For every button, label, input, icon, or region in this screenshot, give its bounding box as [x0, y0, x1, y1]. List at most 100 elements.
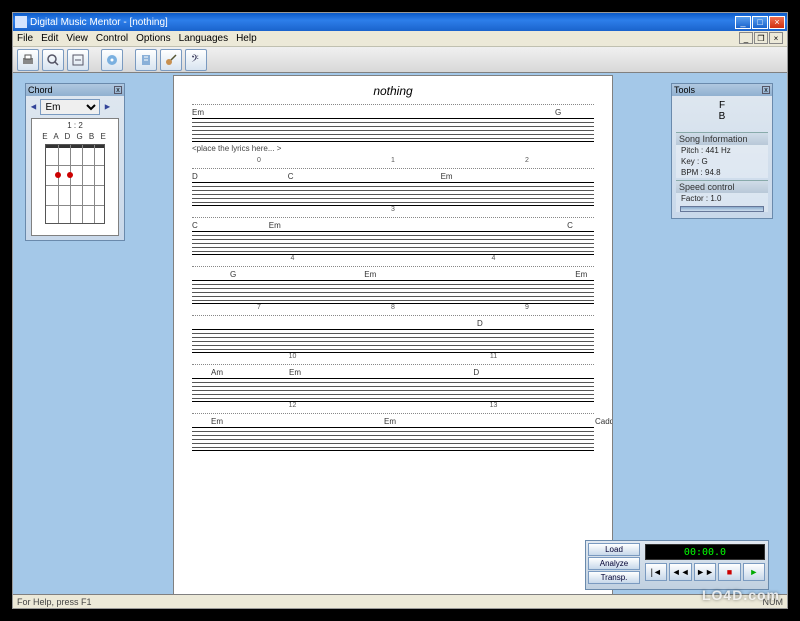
- chord-panel-close[interactable]: x: [114, 86, 122, 94]
- clef-icon[interactable]: 𝄢: [185, 49, 207, 71]
- bar-number: 10: [192, 353, 393, 360]
- song-pitch: Pitch : 441 Hz: [676, 145, 768, 156]
- titlebar: Digital Music Mentor - [nothing] _ □ ×: [13, 13, 787, 31]
- preview-icon[interactable]: [42, 49, 64, 71]
- mdi-restore[interactable]: ❐: [754, 32, 768, 44]
- chord-panel-title: Chord: [28, 85, 53, 95]
- chord-label: G: [555, 108, 561, 118]
- zoom-icon[interactable]: [67, 49, 89, 71]
- menu-help[interactable]: Help: [236, 33, 257, 44]
- speed-factor: Factor : 1.0: [676, 193, 768, 204]
- menu-options[interactable]: Options: [136, 33, 170, 44]
- bar-number: 7: [192, 304, 326, 311]
- back-button[interactable]: ◄◄: [669, 563, 691, 581]
- chord-select[interactable]: Em: [40, 99, 100, 115]
- menu-file[interactable]: File: [17, 33, 33, 44]
- menu-view[interactable]: View: [66, 33, 88, 44]
- chord-label: Em: [211, 417, 223, 427]
- chord-diagram: [45, 144, 105, 224]
- staff-row: AmEmDCG41213: [192, 364, 594, 409]
- bar-number: 12: [192, 402, 393, 409]
- chord-label: C: [288, 172, 294, 182]
- bar-number: 8: [326, 304, 460, 311]
- bar-number: 4: [192, 255, 393, 262]
- chord-label: Am: [211, 368, 223, 378]
- tab-staff: [192, 329, 594, 353]
- close-button[interactable]: ×: [769, 16, 785, 29]
- chord-label: C: [192, 221, 198, 231]
- chord-label: Cadd9: [595, 417, 613, 427]
- tab-staff: [192, 182, 594, 206]
- bar-number: 1: [326, 157, 460, 164]
- note-icon[interactable]: [135, 49, 157, 71]
- disc-icon[interactable]: [101, 49, 123, 71]
- print-icon[interactable]: [17, 49, 39, 71]
- menu-edit[interactable]: Edit: [41, 33, 58, 44]
- forward-button[interactable]: ►►: [694, 563, 716, 581]
- window-title: Digital Music Mentor - [nothing]: [30, 17, 735, 28]
- chord-prev[interactable]: ◄: [29, 102, 38, 112]
- menu-languages[interactable]: Languages: [179, 33, 229, 44]
- chord-label: Em: [269, 221, 281, 231]
- svg-text:𝄢: 𝄢: [191, 53, 199, 67]
- tab-staff: [192, 118, 594, 142]
- stop-button[interactable]: ■: [718, 563, 740, 581]
- transpose-button[interactable]: Transp.: [588, 571, 640, 584]
- chord-label: Em: [192, 108, 204, 118]
- chord-label: Em: [384, 417, 396, 427]
- tab-staff: [192, 231, 594, 255]
- song-info-header: Song Information: [676, 133, 768, 145]
- chord-label: G: [230, 270, 236, 280]
- staff-row: Em G <place the lyrics here... > 012: [192, 104, 594, 164]
- bar-number: 2: [460, 157, 594, 164]
- staff-row: DEm1011: [192, 315, 594, 360]
- menu-control[interactable]: Control: [96, 33, 128, 44]
- sheet[interactable]: nothing EmG<place the lyrics here... >01…: [173, 75, 613, 594]
- tools-panel-close[interactable]: x: [762, 86, 770, 94]
- chord-strings: E A D G B E: [32, 132, 118, 141]
- play-button[interactable]: ►: [743, 563, 765, 581]
- bar-number: 3: [192, 206, 594, 213]
- bar-number: 13: [393, 402, 594, 409]
- maximize-button[interactable]: □: [752, 16, 768, 29]
- song-bpm: BPM : 94.8: [676, 167, 768, 178]
- speed-slider[interactable]: [680, 206, 764, 212]
- toolbar: 𝄢: [13, 47, 787, 73]
- watermark: LO4D.com: [702, 587, 780, 603]
- mdi-minimize[interactable]: _: [739, 32, 753, 44]
- staff-row: CEmCC44: [192, 217, 594, 262]
- chord-label: Em: [289, 368, 301, 378]
- player-panel: Load Analyze Transp. 00:00.0 |◄ ◄◄ ►► ■ …: [585, 540, 769, 590]
- statusbar: For Help, press F1 NUM: [13, 594, 787, 608]
- load-button[interactable]: Load: [588, 543, 640, 556]
- minimize-button[interactable]: _: [735, 16, 751, 29]
- bar-number: 0: [192, 157, 326, 164]
- song-key: Key : G: [676, 156, 768, 167]
- chord-panel: Chord x ◄ Em ► 1 : 2 E A D G B E: [25, 83, 125, 241]
- bar-number: 4: [393, 255, 594, 262]
- guitar-icon[interactable]: [160, 49, 182, 71]
- mdi-close[interactable]: ×: [769, 32, 783, 44]
- tools-btn-f[interactable]: F: [676, 100, 768, 111]
- status-help: For Help, press F1: [17, 597, 92, 607]
- chord-caption: 1 : 2: [32, 121, 118, 130]
- speed-header: Speed control: [676, 181, 768, 193]
- tools-btn-b[interactable]: B: [676, 111, 768, 122]
- chord-label: C: [567, 221, 573, 231]
- lyrics-placeholder[interactable]: <place the lyrics here... >: [192, 144, 594, 153]
- chord-next[interactable]: ►: [103, 102, 112, 112]
- workspace: Chord x ◄ Em ► 1 : 2 E A D G B E: [13, 73, 787, 594]
- tab-staff: [192, 427, 594, 451]
- menubar: File Edit View Control Options Languages…: [13, 31, 787, 47]
- analyze-button[interactable]: Analyze: [588, 557, 640, 570]
- song-title: nothing: [192, 84, 594, 98]
- chord-label: D: [473, 368, 479, 378]
- rewind-button[interactable]: |◄: [645, 563, 667, 581]
- chord-label: Em: [575, 270, 587, 280]
- chord-label: Em: [364, 270, 376, 280]
- app-icon: [15, 16, 27, 28]
- chord-label: Em: [441, 172, 453, 182]
- tools-panel: Tools x F B Song Information Pitch : 441…: [671, 83, 773, 219]
- chord-label: D: [477, 319, 483, 329]
- tools-panel-title: Tools: [674, 85, 695, 95]
